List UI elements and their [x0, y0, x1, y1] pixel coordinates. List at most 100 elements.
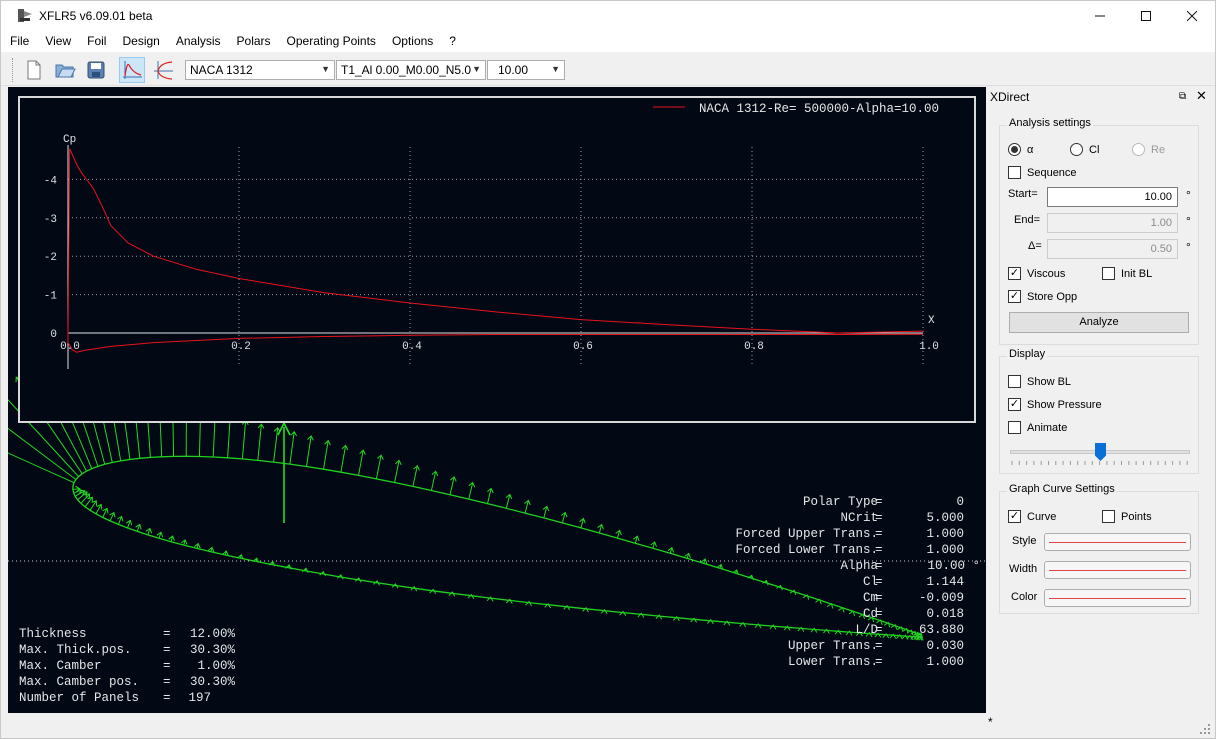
radio-button[interactable] — [1008, 143, 1021, 156]
menu-analysis[interactable]: Analysis — [167, 31, 228, 52]
x-tick-label: 1.0 — [919, 341, 939, 353]
resize-grip-icon[interactable] — [1199, 723, 1211, 735]
foil-info-value-2: 1.00% — [197, 659, 235, 673]
checkbox-checked[interactable]: ✓ — [1008, 290, 1021, 303]
opp-select[interactable]: 10.00 ▼ — [487, 60, 565, 80]
cp-graph[interactable]: -4 -3 -2 -1 00.0 0.2 0.4 0.6 0.8 1.0 Cp X NACA 13… — [18, 96, 976, 423]
sequence-checkbox[interactable]: Sequence — [1008, 166, 1077, 179]
animate-checkbox[interactable]: Animate — [1008, 421, 1067, 434]
y-axis-title: Cp — [63, 134, 76, 146]
radio-button[interactable] — [1070, 143, 1083, 156]
menu-design[interactable]: Design — [113, 31, 166, 52]
maximize-icon — [1141, 11, 1151, 21]
viscous-checkbox[interactable]: ✓ Viscous — [1008, 267, 1065, 280]
color-button[interactable] — [1044, 589, 1191, 607]
pressure-vector — [375, 455, 382, 479]
polar-view-button[interactable] — [150, 57, 176, 83]
save-icon — [87, 61, 105, 79]
pressure-vector — [289, 431, 295, 465]
start-input[interactable]: 10.00 — [1047, 187, 1178, 207]
y-tick-label: -2 — [44, 252, 57, 264]
menu-help[interactable]: ? — [440, 31, 463, 52]
app-window: XFLR5 v6.09.01 beta File View Foil Desig… — [0, 0, 1216, 739]
eq: = — [163, 659, 171, 673]
foil-select[interactable]: NACA 1312 ▼ — [185, 60, 335, 80]
menu-options[interactable]: Options — [383, 31, 440, 52]
eq: = — [875, 527, 883, 541]
style-button[interactable] — [1044, 533, 1191, 551]
y-tick-label: 0 — [50, 329, 57, 341]
menu-operating-points[interactable]: Operating Points — [278, 31, 383, 52]
group-title: Analysis settings — [1007, 117, 1093, 129]
new-file-button[interactable] — [21, 57, 47, 83]
show-bl-checkbox[interactable]: Show BL — [1008, 375, 1071, 388]
maximize-button[interactable] — [1123, 1, 1169, 31]
save-button[interactable] — [83, 57, 109, 83]
menu-foil[interactable]: Foil — [78, 31, 113, 52]
foil-info-label-1: Max. Thick.pos. — [19, 643, 132, 657]
points-label: Points — [1121, 510, 1152, 523]
x-tick-label: 0.6 — [573, 341, 593, 353]
eq: = — [875, 543, 883, 557]
foil-info-block: Thickness Max. Thick.pos. Max. Camber Ma… — [19, 627, 235, 705]
opp-info-value-8: 63.880 — [919, 623, 964, 637]
points-checkbox[interactable]: Points — [1102, 510, 1152, 523]
display-group: Display Show BL ✓ Show Pressure Animate — [999, 348, 1199, 474]
opp-view-button[interactable] — [119, 57, 145, 83]
delta-label: Δ= — [1028, 240, 1042, 252]
status-text: * — [988, 715, 993, 729]
polar-select[interactable]: T1_Al 0.00_M0.00_N5.0 ▼ — [336, 60, 486, 80]
checkbox[interactable] — [1008, 166, 1021, 179]
menu-file[interactable]: File — [1, 31, 36, 52]
curve-checkbox[interactable]: ✓ Curve — [1008, 510, 1056, 523]
close-icon[interactable]: ✕ — [1196, 88, 1207, 104]
y-tick-label: -3 — [44, 214, 57, 226]
new-file-icon — [27, 60, 41, 80]
opp-canvas[interactable]: -4-3-2-100.0 0.2 0.4 0.6 0.8 1.0 Cp X NACA 13… — [8, 87, 986, 713]
width-button[interactable] — [1044, 561, 1191, 579]
checkbox-checked[interactable]: ✓ — [1008, 510, 1021, 523]
checkbox[interactable] — [1102, 510, 1115, 523]
sequence-label: Sequence — [1027, 166, 1077, 179]
open-button[interactable] — [52, 57, 78, 83]
foil-info-label-0: Thickness — [19, 627, 87, 641]
close-button[interactable] — [1169, 1, 1215, 31]
opp-info-value-7: 0.018 — [926, 607, 964, 621]
init-bl-checkbox[interactable]: Init BL — [1102, 267, 1152, 280]
checkbox[interactable] — [1008, 375, 1021, 388]
title-bar: XFLR5 v6.09.01 beta — [1, 1, 1215, 31]
opp-info-value-6: -0.009 — [919, 591, 964, 605]
float-icon[interactable]: ⧉ — [1179, 91, 1186, 102]
checkbox[interactable] — [1008, 421, 1021, 434]
foil-info-value-0: 12.00% — [190, 627, 236, 641]
store-opp-checkbox[interactable]: ✓ Store Opp — [1008, 290, 1077, 303]
radio-alpha[interactable]: α — [1008, 143, 1033, 156]
toolbar-grip[interactable] — [12, 58, 15, 82]
slider-ticks — [1011, 461, 1188, 465]
menu-polars[interactable]: Polars — [228, 31, 278, 52]
show-pressure-checkbox[interactable]: ✓ Show Pressure — [1008, 398, 1102, 411]
close-icon — [1187, 11, 1197, 21]
eq: = — [163, 643, 171, 657]
animation-speed-slider[interactable] — [1095, 443, 1106, 461]
minimize-icon — [1095, 15, 1105, 17]
opp-view[interactable]: -4 -3 -2 -1 0 0.0 0.2 0.4 0.6 0.8 1.0 Cp X NACA 13… — [8, 87, 986, 713]
open-icon — [55, 64, 76, 78]
opp-info-label-10: Lower Trans. — [788, 655, 878, 669]
radio-cl[interactable]: Cl — [1070, 143, 1099, 156]
analyze-button[interactable]: Analyze — [1009, 312, 1189, 333]
opp-info-value-2: 1.000 — [926, 527, 964, 541]
minimize-button[interactable] — [1077, 1, 1123, 31]
opp-info-label-4: Alpha — [840, 559, 878, 573]
status-bar: * — [1, 713, 1215, 738]
checkbox-checked[interactable]: ✓ — [1008, 398, 1021, 411]
graph-legend: NACA 1312-Re= 500000-Alpha=10.00 — [699, 102, 939, 116]
pressure-vector — [227, 417, 231, 458]
eq: = — [163, 627, 171, 641]
menu-view[interactable]: View — [36, 31, 78, 52]
pressure-vector — [257, 424, 262, 461]
opp-info-label-9: Upper Trans. — [788, 639, 878, 653]
checkbox-checked[interactable]: ✓ — [1008, 267, 1021, 280]
opp-select-value: 10.00 — [498, 63, 529, 77]
checkbox[interactable] — [1102, 267, 1115, 280]
